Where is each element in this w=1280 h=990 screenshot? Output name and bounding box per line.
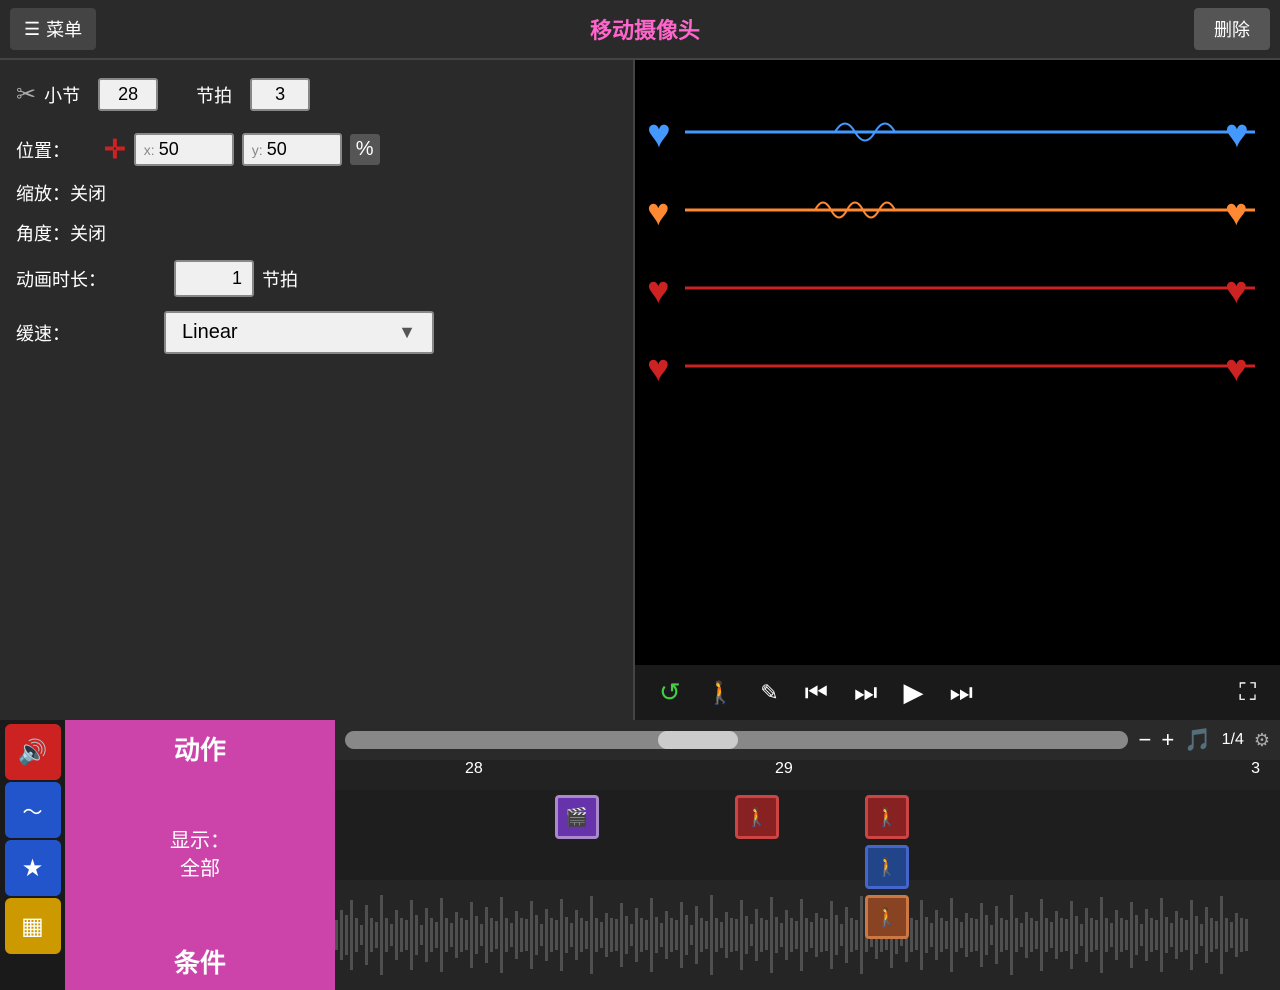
- scroll-thumb[interactable]: [658, 731, 738, 749]
- bottom-section: 🔊 〜 ★ ▦ 动作 显示：全部 条件 − + 🎵 1/4 ⚙ 28 29 3: [0, 720, 1280, 990]
- play-button[interactable]: ▶: [895, 673, 931, 712]
- easing-value: Linear: [182, 321, 238, 344]
- expand-button[interactable]: ⛶: [1231, 675, 1264, 711]
- easing-select[interactable]: Linear ▼: [164, 311, 434, 354]
- pos-x-prefix: x:: [144, 142, 155, 158]
- menu-label: 菜单: [46, 16, 82, 42]
- timeline-events: 🎬 🚶 🚶 🚶 🚶: [335, 790, 1280, 960]
- crosshair-icon: ✛: [104, 134, 126, 165]
- svg-text:♥: ♥: [647, 112, 671, 156]
- edit-button[interactable]: ✎: [752, 676, 786, 710]
- duration-input[interactable]: [174, 260, 254, 297]
- show-label: 显示：全部: [170, 830, 230, 880]
- action-show: 显示：全部: [170, 827, 230, 883]
- percent-icon: %: [350, 134, 380, 165]
- action-title: 动作: [174, 730, 226, 767]
- easing-label: 缓速：: [16, 320, 96, 346]
- top-bar: ☰ 菜单 移动摄像头 删除: [0, 0, 1280, 60]
- settings-icon: ⚙: [1254, 730, 1270, 751]
- event-person-1[interactable]: 🚶: [735, 795, 779, 839]
- measure-row: ✂ 小节 28 节拍 3: [16, 70, 617, 119]
- audio-icon-button[interactable]: 🔊: [5, 724, 61, 780]
- timeline-header: − + 🎵 1/4 ⚙: [335, 720, 1280, 760]
- zoom-in-button[interactable]: +: [1161, 727, 1174, 753]
- event-person-blue[interactable]: 🚶: [865, 845, 909, 889]
- svg-text:♥: ♥: [1225, 112, 1249, 156]
- right-panel: ♥ ♥ ♥ ♥ ♥ ♥ ♥ ♥: [635, 60, 1280, 720]
- svg-text:♥: ♥: [647, 192, 670, 234]
- grid-icon-button[interactable]: ▦: [5, 898, 61, 954]
- wave-icon-button[interactable]: 〜: [5, 782, 61, 838]
- pos-y-input[interactable]: [267, 139, 317, 160]
- menu-icon: ☰: [24, 19, 40, 40]
- sidebar-icons: 🔊 〜 ★ ▦: [0, 720, 65, 990]
- timeline-content: 🎬 🚶 🚶 🚶 🚶: [335, 790, 1280, 990]
- duration-row: 动画时长： 节拍: [16, 260, 617, 297]
- action-panel: 动作 显示：全部 条件: [65, 720, 335, 990]
- event-person-2[interactable]: 🚶: [865, 795, 909, 839]
- svg-text:♥: ♥: [1225, 192, 1248, 234]
- svg-text:♥: ♥: [1225, 270, 1248, 312]
- marker-28: 28: [465, 760, 483, 778]
- timeline-scrollbar[interactable]: [345, 731, 1128, 749]
- main-layout: ✂ 小节 28 节拍 3 位置： ✛ x: y: %: [0, 60, 1280, 720]
- svg-text:♥: ♥: [647, 270, 670, 312]
- left-panel: ✂ 小节 28 节拍 3 位置： ✛ x: y: %: [0, 60, 635, 720]
- event-person-orange[interactable]: 🚶: [865, 895, 909, 939]
- preview-area: ♥ ♥ ♥ ♥ ♥ ♥ ♥ ♥: [635, 60, 1280, 665]
- position-label: 位置：: [16, 137, 96, 163]
- timeline-markers: 28 29 3: [335, 760, 1280, 790]
- dropdown-arrow-icon: ▼: [398, 322, 416, 343]
- measure-input[interactable]: 28: [98, 78, 158, 111]
- svg-text:♥: ♥: [647, 348, 670, 390]
- duration-label: 动画时长：: [16, 266, 106, 292]
- beat-label: 节拍: [196, 82, 232, 108]
- pos-x-input[interactable]: [159, 139, 209, 160]
- pos-y-wrapper: y:: [242, 133, 342, 166]
- event-camera[interactable]: 🎬: [555, 795, 599, 839]
- pos-y-prefix: y:: [252, 142, 263, 158]
- position-row: 位置： ✛ x: y: %: [16, 133, 617, 166]
- easing-row: 缓速： Linear ▼: [16, 311, 617, 354]
- window-title: 移动摄像头: [106, 13, 1184, 45]
- person-button[interactable]: 🚶: [699, 676, 742, 710]
- next-frame-button[interactable]: ⏭: [941, 673, 980, 713]
- measure-label: 小节: [44, 82, 80, 108]
- prev-frame-button[interactable]: ⏭: [846, 673, 885, 713]
- zoom-row: 缩放：关闭: [16, 180, 617, 206]
- delete-button[interactable]: 删除: [1194, 8, 1270, 50]
- action-condition: 条件: [174, 943, 226, 980]
- duration-unit: 节拍: [262, 266, 298, 292]
- controls-area: ✂ 小节 28 节拍 3 位置： ✛ x: y: %: [0, 60, 633, 720]
- timing-label: 1/4: [1222, 731, 1244, 749]
- angle-row: 角度：关闭: [16, 220, 617, 246]
- transport-bar: ↺ 🚶 ✎ ⏮ ⏭ ▶ ⏭ ⛶: [635, 665, 1280, 720]
- marker-3: 3: [1251, 760, 1260, 778]
- star-icon-button[interactable]: ★: [5, 840, 61, 896]
- marker-29: 29: [775, 760, 793, 778]
- metronome-icon: 🎵: [1184, 727, 1211, 753]
- menu-button[interactable]: ☰ 菜单: [10, 8, 96, 50]
- measure-icon: ✂: [16, 80, 36, 109]
- loop-button[interactable]: ↺: [651, 673, 689, 712]
- beat-input[interactable]: 3: [250, 78, 310, 111]
- pos-x-wrapper: x:: [134, 133, 234, 166]
- timeline-area: − + 🎵 1/4 ⚙ 28 29 3: [335, 720, 1280, 990]
- skip-start-button[interactable]: ⏮: [797, 673, 836, 713]
- zoom-out-button[interactable]: −: [1138, 727, 1151, 753]
- svg-text:♥: ♥: [1225, 348, 1248, 390]
